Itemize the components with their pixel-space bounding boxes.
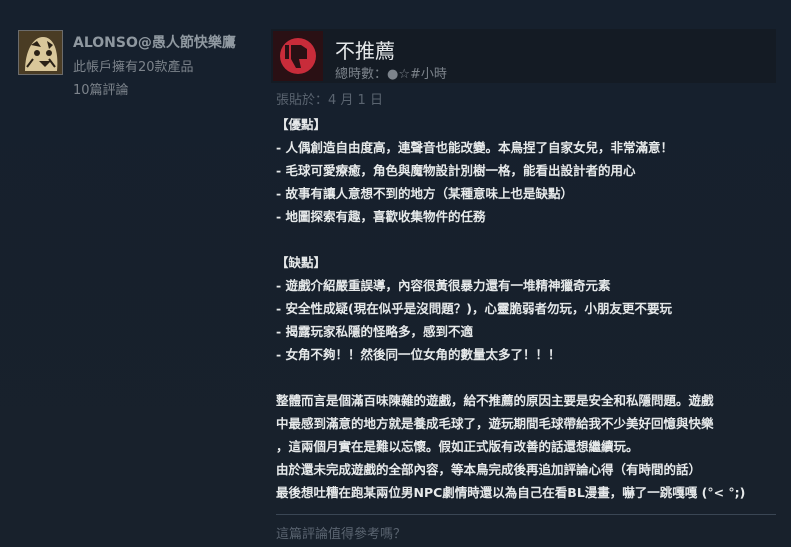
review-line: 由於還未完成遊戲的全部內容，等本鳥完成後再追加評論心得（有時間的話） (276, 462, 702, 477)
posted-date: 張貼於：4 月 1 日 (276, 93, 383, 108)
review-card: ALONSO@愚人節快樂鷹 此帳戶擁有20款產品 10篇評論 不推薦 總時數：●… (0, 0, 791, 547)
review-line: - 女角不夠！！然後同一位女角的數量太多了！！！ (276, 347, 561, 362)
review-line: - 遊戲介紹嚴重誤導，內容很黃很暴力還有一堆精神獵奇元素 (276, 278, 611, 293)
review-line: - 故事有讓人意想不到的地方（某種意味上也是缺點） (276, 186, 574, 201)
review-line: - 人偶創造自由度高，連聲音也能改變。本鳥捏了自家女兒，非常滿意！ (276, 140, 674, 155)
review-line: - 地圖探索有趣，喜歡收集物件的任務 (276, 209, 486, 224)
thumb-box (273, 31, 323, 81)
review-line: 中最感到滿意的地方就是養成毛球了，遊玩期間毛球帶給我不少美好回憶與快樂 (276, 416, 714, 431)
review-line: 【優點】 (276, 117, 327, 132)
review-line: 最後想吐糟在跑某兩位男NPC劇情時還以為自己在看BL漫畫，嚇了一跳嘎嘎 (°< … (276, 485, 746, 500)
review-line: - 安全性成疑(現在似乎是沒問題？)，心靈脆弱者勿玩，小朋友更不要玩 (276, 301, 672, 316)
review-body: 【優點】 - 人偶創造自由度高，連聲音也能改變。本鳥捏了自家女兒，非常滿意！ -… (276, 113, 781, 504)
review-line (276, 228, 781, 251)
vote-header[interactable]: 不推薦 總時數：●☆#小時 (271, 29, 776, 83)
thumbs-down-icon (280, 38, 316, 74)
review-line: ，這兩個月實在是難以忘懷。假如正式版有改善的話還想繼續玩。 (276, 439, 639, 454)
divider (276, 514, 776, 515)
author-owned-products[interactable]: 此帳戶擁有20款產品 (73, 56, 194, 75)
avatar-image (19, 31, 62, 74)
avatar[interactable] (18, 30, 63, 75)
review-line (276, 366, 781, 389)
playtime: 總時數：●☆#小時 (335, 67, 447, 82)
helpful-prompt: 這篇評論值得參考嗎？ (276, 527, 407, 542)
review-line: - 毛球可愛療癒，角色與魔物設計別樹一格，能看出設計者的用心 (276, 163, 636, 178)
review-line: 整體而言是個滿百味陳雜的遊戲，給不推薦的原因主要是安全和私隱問題。遊戲 (276, 393, 714, 408)
vote-title: 不推薦 (335, 39, 395, 63)
author-review-count[interactable]: 10篇評論 (73, 79, 129, 98)
review-line: 【缺點】 (276, 255, 327, 270)
review-line: - 揭露玩家私隱的怪略多，感到不適 (276, 324, 474, 339)
author-name[interactable]: ALONSO@愚人節快樂鷹 (73, 32, 236, 52)
